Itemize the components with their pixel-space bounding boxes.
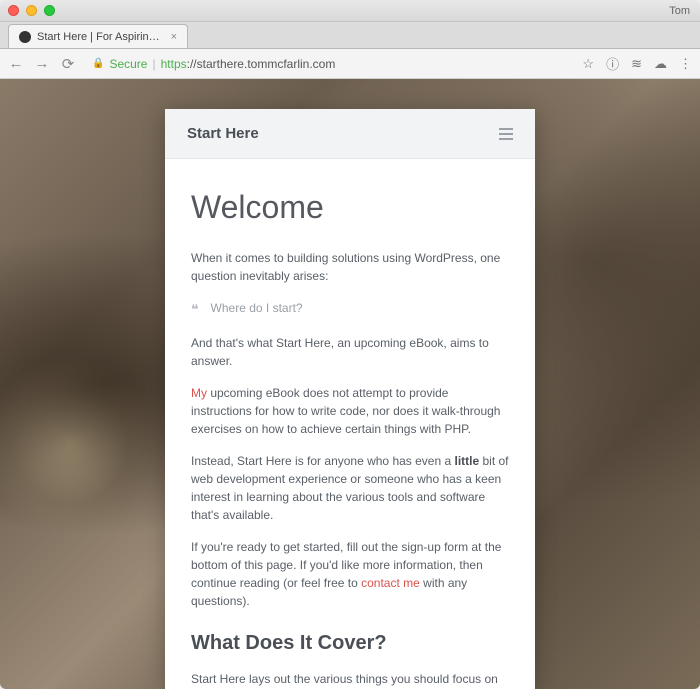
hamburger-menu-icon[interactable] <box>499 128 513 140</box>
profile-name[interactable]: Tom <box>669 5 690 17</box>
paragraph-4: Instead, Start Here is for anyone who ha… <box>191 452 509 524</box>
url-separator: | <box>152 57 155 71</box>
quote-text: Where do I start? <box>211 299 303 317</box>
lock-icon: 🔒 <box>92 58 104 69</box>
secure-label: Secure <box>109 57 147 71</box>
tab-close-icon[interactable]: × <box>171 31 177 43</box>
tab-title: Start Here | For Aspiring Word… <box>37 31 161 43</box>
page-viewport: Start Here Welcome When it comes to buil… <box>0 79 700 689</box>
menu-kebab-icon[interactable]: ⋮ <box>679 56 692 72</box>
paragraph-2: And that's what Start Here, an upcoming … <box>191 334 509 370</box>
traffic-lights <box>8 5 55 16</box>
paragraph-6: Start Here lays out the various things y… <box>191 670 509 689</box>
blockquote: ❝ Where do I start? <box>191 299 509 320</box>
favicon-icon <box>19 31 31 43</box>
browser-toolbar: ← → ⟳ 🔒 Secure | https://starthere.tommc… <box>0 49 700 79</box>
quote-icon: ❝ <box>191 299 199 320</box>
forward-button[interactable]: → <box>34 55 50 72</box>
address-bar[interactable]: 🔒 Secure | https://starthere.tommcfarlin… <box>86 57 572 71</box>
info-icon[interactable]: ⓘ <box>606 54 619 73</box>
page-heading: Welcome <box>191 183 509 231</box>
cloud-icon[interactable]: ☁ <box>654 56 667 72</box>
window-titlebar: Tom <box>0 0 700 22</box>
card-header: Start Here <box>165 109 535 159</box>
content-card: Start Here Welcome When it comes to buil… <box>165 109 535 689</box>
paragraph-3-rest: upcoming eBook does not attempt to provi… <box>191 386 500 436</box>
toolbar-actions: ☆ ⓘ ≋ ☁ ⋮ <box>582 54 692 73</box>
back-button[interactable]: ← <box>8 55 24 72</box>
site-title: Start Here <box>187 125 259 142</box>
p4-bold: little <box>454 454 479 468</box>
reload-button[interactable]: ⟳ <box>60 55 76 73</box>
browser-tab[interactable]: Start Here | For Aspiring Word… × <box>8 24 188 48</box>
stack-icon[interactable]: ≋ <box>631 56 642 72</box>
section-heading: What Does It Cover? <box>191 628 509 658</box>
window-minimize-button[interactable] <box>26 5 37 16</box>
intro-paragraph: When it comes to building solutions usin… <box>191 249 509 285</box>
url-text: https://starthere.tommcfarlin.com <box>161 57 336 71</box>
p4-a: Instead, Start Here is for anyone who ha… <box>191 454 454 468</box>
contact-link[interactable]: contact me <box>361 576 420 590</box>
paragraph-3: My upcoming eBook does not attempt to pr… <box>191 384 509 438</box>
star-icon[interactable]: ☆ <box>582 56 594 72</box>
my-link[interactable]: My <box>191 386 207 400</box>
url-host: ://starthere.tommcfarlin.com <box>187 57 336 71</box>
url-scheme: https <box>161 57 187 71</box>
window-close-button[interactable] <box>8 5 19 16</box>
card-body: Welcome When it comes to building soluti… <box>165 159 535 689</box>
browser-window: Tom Start Here | For Aspiring Word… × ← … <box>0 0 700 689</box>
window-maximize-button[interactable] <box>44 5 55 16</box>
paragraph-5: If you're ready to get started, fill out… <box>191 538 509 610</box>
tab-bar: Start Here | For Aspiring Word… × <box>0 22 700 49</box>
